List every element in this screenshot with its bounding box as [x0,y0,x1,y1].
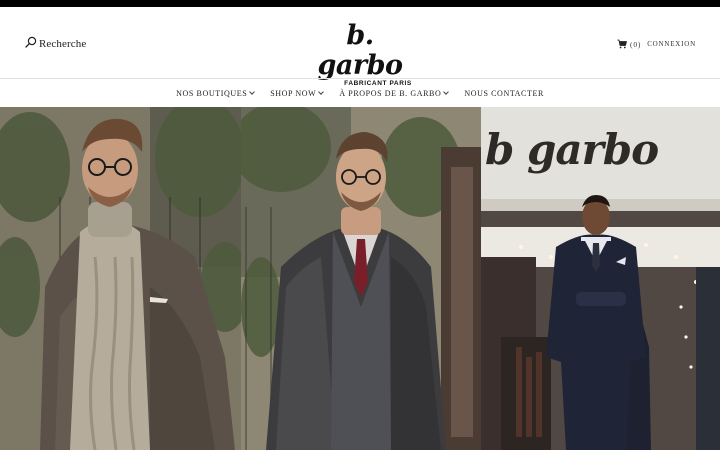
store-sign-text: b garbo [485,125,659,174]
hero-image-overcoat[interactable] [241,107,481,450]
nav-item-label: À PROPOS DE B. GARBO [339,88,442,98]
main-navigation: NOS BOUTIQUES SHOP NOW À PROPOS DE B. GA… [0,79,720,107]
search-label: Recherche [39,38,87,50]
site-header: Recherche b. garbo FABRICANT PARIS (0) C… [0,7,720,88]
chevron-down-icon [318,88,325,95]
nav-item-shop-now[interactable]: SHOP NOW [270,88,325,98]
account-area: (0) CONNEXION [617,37,696,51]
chevron-down-icon [249,88,256,95]
search-icon [25,35,37,53]
top-black-bar [0,0,720,7]
brand-logo[interactable]: b. garbo FABRICANT PARIS [300,21,420,88]
hero-image-storefront[interactable]: b garbo [481,107,720,450]
nav-item-contact[interactable]: NOUS CONTACTER [464,89,544,98]
nav-item-about[interactable]: À PROPOS DE B. GARBO [339,88,450,98]
cart-count[interactable]: (0) [630,40,641,49]
cart-icon[interactable] [617,39,627,49]
chevron-down-icon [443,88,450,95]
hero-image-overcoat-art [241,107,481,450]
login-link[interactable]: CONNEXION [647,40,696,48]
nav-item-label: NOS BOUTIQUES [176,88,248,98]
hero-gallery: b garbo [0,107,720,450]
nav-item-boutiques[interactable]: NOS BOUTIQUES [176,88,256,98]
hero-image-turtleneck-art [0,107,241,450]
nav-item-label: SHOP NOW [270,88,317,98]
logo-wordmark: b. garbo [317,20,404,81]
nav-item-label: NOUS CONTACTER [464,88,544,98]
search-button[interactable]: Recherche [25,36,86,52]
hero-image-turtleneck[interactable] [0,107,241,450]
